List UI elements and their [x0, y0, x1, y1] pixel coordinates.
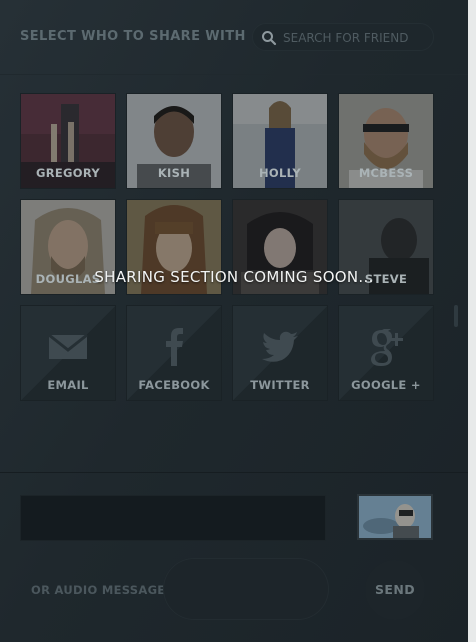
- share-twitter-button[interactable]: TWITTER: [233, 306, 327, 400]
- coming-soon-message: SHARING SECTION COMING SOON...: [94, 268, 374, 286]
- share-service-label: FACEBOOK: [138, 378, 210, 392]
- google-plus-icon: [371, 329, 403, 366]
- friend-tile-gregory[interactable]: GREGORY: [21, 94, 115, 188]
- share-screen: SELECT WHO TO SHARE WITH SEARCH FOR FRIE…: [0, 0, 468, 642]
- friend-name: KISH: [157, 166, 191, 180]
- friend-tile-mcbess[interactable]: MCBESS: [339, 94, 433, 188]
- twitter-bird-icon: [262, 331, 298, 362]
- header-bar: SELECT WHO TO SHARE WITH SEARCH FOR FRIE…: [0, 0, 468, 75]
- share-service-label: GOOGLE +: [351, 378, 421, 392]
- friend-name: GREGORY: [35, 166, 101, 180]
- friend-name: MCBESS: [358, 166, 414, 180]
- record-audio-button[interactable]: [163, 558, 329, 620]
- share-service-label: TWITTER: [250, 378, 310, 392]
- share-google-plus-button[interactable]: GOOGLE +: [339, 306, 433, 400]
- facebook-icon: [166, 328, 183, 366]
- search-placeholder: SEARCH FOR FRIEND: [283, 31, 409, 45]
- message-text-input[interactable]: [20, 495, 326, 541]
- search-friend-input[interactable]: SEARCH FOR FRIEND: [252, 23, 434, 51]
- share-service-label: EMAIL: [47, 378, 89, 392]
- scrollbar-track[interactable]: [454, 0, 476, 642]
- share-email-button[interactable]: EMAIL: [21, 306, 115, 400]
- scrollbar-thumb[interactable]: [454, 305, 458, 327]
- friend-tile-kish[interactable]: KISH: [127, 94, 221, 188]
- search-icon: [262, 31, 277, 46]
- section-divider: [0, 472, 468, 473]
- page-title: SELECT WHO TO SHARE WITH: [20, 29, 246, 44]
- attached-image: [359, 496, 431, 538]
- friend-tile-holly[interactable]: HOLLY: [233, 94, 327, 188]
- send-button[interactable]: SEND: [365, 560, 425, 620]
- share-facebook-button[interactable]: FACEBOOK: [127, 306, 221, 400]
- envelope-icon: [48, 333, 88, 359]
- friend-name: HOLLY: [258, 166, 302, 180]
- attached-image-thumbnail[interactable]: [359, 496, 431, 538]
- audio-message-label: OR AUDIO MESSAGE: [31, 583, 166, 597]
